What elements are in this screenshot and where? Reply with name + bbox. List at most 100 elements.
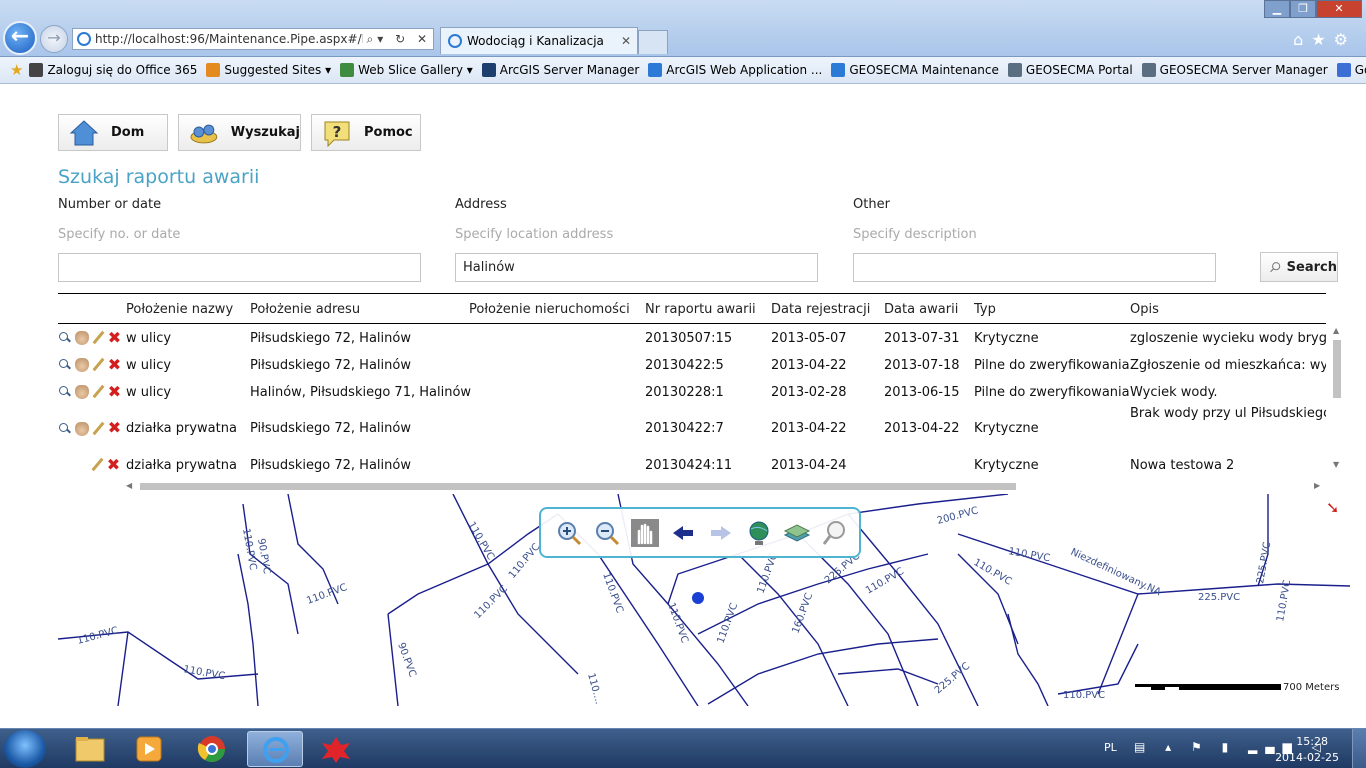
edit-icon[interactable] [91, 358, 105, 372]
number-input[interactable] [58, 253, 421, 282]
pan-to-icon[interactable] [75, 421, 89, 436]
chrome-taskbar-button[interactable] [184, 731, 240, 767]
column-header[interactable]: Położenie adresu [250, 302, 360, 317]
layers-icon[interactable] [783, 519, 811, 547]
pan-to-icon[interactable] [75, 358, 89, 372]
cell-address: Piłsudskiego 72, Halinów [250, 357, 411, 373]
map-label: 110.PVC [1275, 579, 1293, 622]
cell-reg: 2013-02-28 [771, 384, 847, 400]
ie-taskbar-button[interactable] [247, 731, 303, 767]
delete-icon[interactable]: ✖ [106, 456, 121, 473]
full-extent-globe-icon[interactable] [745, 519, 773, 547]
address-controls[interactable]: ⌕▾ ↻ ✕ [362, 29, 431, 49]
minimize-button[interactable]: ▁ [1264, 0, 1290, 18]
cell-type: Krytyczne [974, 457, 1039, 473]
favorite-link[interactable]: GEOSECMA Maintenance [831, 63, 999, 77]
search-nav-button[interactable]: Wyszukaj [178, 114, 301, 151]
other-input[interactable] [853, 253, 1216, 282]
column-header[interactable]: Data awarii [884, 302, 958, 317]
pan-hand-icon[interactable] [631, 518, 659, 547]
search-button[interactable]: Search [1260, 252, 1338, 282]
favorite-link[interactable]: ArcGIS Web Application ... [648, 63, 822, 77]
back-button[interactable]: ← [3, 21, 37, 55]
edit-icon[interactable] [91, 422, 105, 436]
home-button[interactable]: Dom [58, 114, 168, 151]
next-extent-icon[interactable] [707, 519, 735, 547]
help-button[interactable]: ? Pomoc [311, 114, 421, 151]
favorite-link[interactable]: Web Slice Gallery ▾ [340, 63, 473, 77]
scroll-left-icon[interactable]: ◀ [126, 481, 132, 490]
new-tab-button[interactable] [638, 30, 668, 54]
scroll-right-icon[interactable]: ▶ [1314, 481, 1320, 490]
pan-to-icon[interactable] [75, 331, 89, 345]
clock-date[interactable]: 2014-02-25 [1275, 751, 1339, 764]
media-player-taskbar-button[interactable] [121, 731, 177, 767]
maximize-button[interactable]: ❐ [1290, 0, 1316, 18]
close-window-button[interactable]: ✕ [1316, 0, 1362, 18]
favorites-star-icon[interactable]: ★ [10, 61, 23, 79]
system-tray: PL ▤ ▴ ⚑ ▮ ▂▄▆ ◁ 15:28 2014-02-25 [1096, 729, 1366, 768]
zoom-in-icon[interactable] [555, 519, 583, 547]
grid-vertical-scrollbar[interactable]: ▲ ▼ [1330, 324, 1342, 474]
search-nav-label: Wyszukaj [230, 125, 300, 140]
favorite-link[interactable]: Zaloguj się do Office 365 [29, 63, 197, 77]
zoom-to-icon[interactable] [58, 331, 72, 345]
table-row[interactable]: ✖ działka prywatna Piłsudskiego 72, Halinó… [58, 406, 1326, 452]
explorer-taskbar-button[interactable] [62, 731, 118, 767]
address-input[interactable] [455, 253, 818, 282]
map-overview-arrow-icon[interactable]: ➘ [1326, 498, 1339, 517]
delete-icon[interactable]: ✖ [107, 329, 122, 346]
favorite-link[interactable]: Suggested Sites ▾ [206, 63, 331, 77]
edit-icon[interactable] [91, 385, 105, 399]
map-label: 225.PVC [1198, 592, 1240, 603]
scroll-down-icon[interactable]: ▼ [1333, 460, 1339, 469]
column-header[interactable]: Opis [1130, 302, 1159, 317]
favorite-label: Web Slice Gallery ▾ [358, 63, 473, 77]
help-bubble-icon: ? [324, 121, 350, 147]
zoom-to-icon[interactable] [58, 422, 72, 436]
vertical-scroll-thumb[interactable] [1333, 340, 1341, 398]
cell-reg: 2013-04-22 [771, 421, 847, 436]
scroll-up-icon[interactable]: ▲ [1333, 326, 1339, 335]
address-bar[interactable]: http://localhost:96/Maintenance.Pipe.asp… [72, 28, 434, 50]
identify-icon[interactable] [821, 519, 849, 547]
column-header[interactable]: Położenie nieruchomości [469, 302, 630, 317]
favorite-link[interactable]: Google [1336, 63, 1366, 77]
column-header[interactable]: Nr raportu awarii [645, 302, 756, 317]
row-actions: ✖ [58, 383, 122, 400]
app-taskbar-button[interactable] [308, 731, 364, 767]
forward-button[interactable]: → [40, 25, 68, 53]
table-row[interactable]: ✖ w ulicy Piłsudskiego 72, Halinów 20130507… [58, 325, 1326, 352]
pan-to-icon[interactable] [75, 385, 89, 399]
previous-extent-icon[interactable] [669, 519, 697, 547]
column-header[interactable]: Położenie nazwy [126, 302, 233, 317]
tab-close-icon[interactable]: ✕ [621, 28, 631, 54]
column-header[interactable]: Typ [974, 302, 996, 317]
favorite-link[interactable]: GEOSECMA Portal [1007, 63, 1133, 77]
map-label: 110.PVC [864, 566, 906, 597]
browser-toolbar-icons[interactable]: ⌂★⚙ [1293, 30, 1356, 49]
delete-icon[interactable]: ✖ [107, 356, 122, 373]
browser-window-frame: ← → http://localhost:96/Maintenance.Pipe… [0, 0, 1366, 57]
table-row[interactable]: ✖ działka prywatna Piłsudskiego 72, Halinó… [58, 452, 1326, 479]
clock-time[interactable]: 15:28 [1296, 735, 1328, 748]
column-header[interactable]: Data rejestracji [771, 302, 870, 317]
zoom-to-icon[interactable] [58, 358, 72, 372]
table-row[interactable]: ✖ w ulicy Piłsudskiego 72, Halinów 20130422… [58, 352, 1326, 379]
horizontal-scroll-thumb[interactable] [140, 483, 1016, 490]
grid-horizontal-scrollbar[interactable]: ◀ ▶ [122, 480, 1322, 492]
address-label: Address [455, 197, 507, 212]
edit-icon[interactable] [91, 331, 105, 345]
favorite-link[interactable]: GEOSECMA Server Manager [1141, 63, 1328, 77]
delete-icon[interactable]: ✖ [107, 420, 122, 436]
zoom-to-icon[interactable] [58, 385, 72, 399]
table-row[interactable]: ✖ w ulicy Halinów, Piłsudskiego 71, Halinó… [58, 379, 1326, 406]
edit-icon[interactable] [90, 458, 104, 472]
language-indicator[interactable]: PL [1104, 741, 1117, 754]
tab-active[interactable]: Wodociąg i Kanalizacja ✕ [440, 27, 638, 54]
delete-icon[interactable]: ✖ [107, 383, 122, 400]
zoom-out-icon[interactable] [593, 519, 621, 547]
show-desktop-button[interactable] [1352, 729, 1366, 768]
start-button[interactable] [4, 730, 46, 768]
favorite-link[interactable]: ArcGIS Server Manager [481, 63, 639, 77]
